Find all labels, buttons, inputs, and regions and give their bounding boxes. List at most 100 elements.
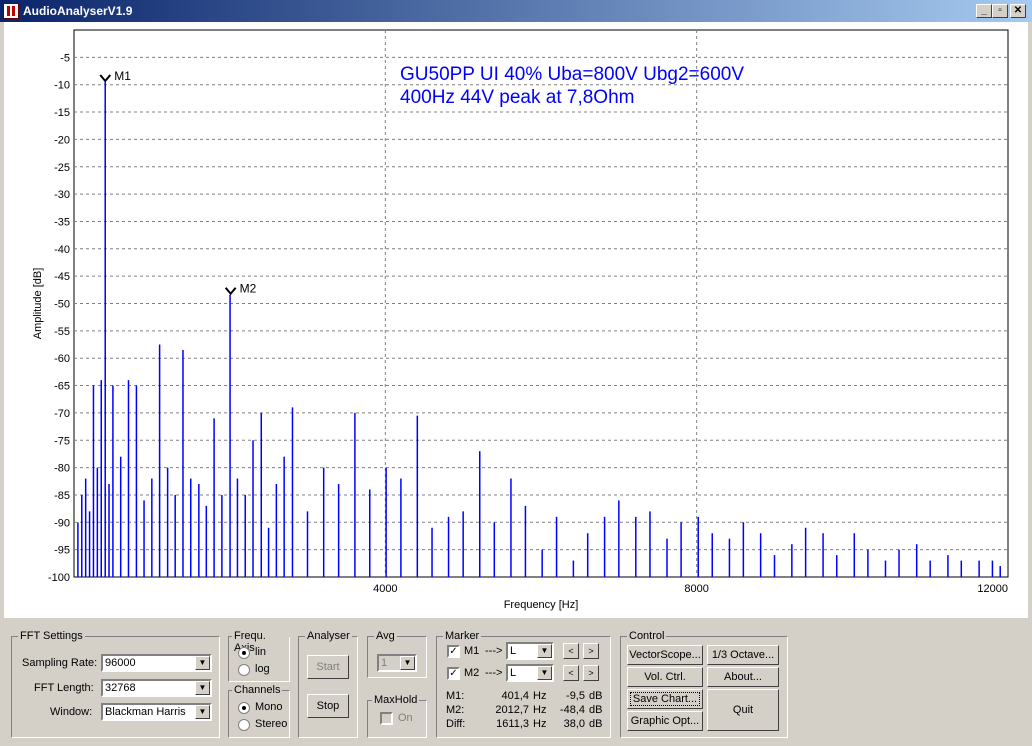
marker-row-dbunit: dB [589,704,603,716]
mono-label: Mono [255,701,283,713]
y-axis-label: Amplitude [dB] [32,268,44,340]
freq-lin-radio[interactable] [238,647,250,659]
y-tick-label: -75 [54,435,70,447]
y-tick-label: -15 [54,107,70,119]
maxhold-title: MaxHold [372,694,420,706]
chevron-down-icon[interactable]: ▼ [195,656,210,670]
m2-prev-button[interactable]: < [563,665,579,681]
m2-label: M2 [464,667,480,679]
m1-arrow: ---> [485,645,503,657]
marker-row-unit: Hz [533,718,547,730]
y-tick-label: -50 [54,299,70,311]
m1-next-button[interactable]: > [583,643,599,659]
marker-row-name: M2: [446,704,465,716]
m2-next-button[interactable]: > [583,665,599,681]
chevron-down-icon[interactable]: ▼ [537,644,552,658]
fft-settings-title: FFT Settings [18,630,85,642]
freq-lin-label: lin [255,646,267,658]
fft-settings-group: FFT Settings Sampling Rate: 96000 ▼ FFT … [11,630,220,738]
title-bar: AudioAnalyserV1.9 _ ▫ ✕ [0,0,1032,22]
y-tick-label: -20 [54,134,70,146]
m1-prev-button[interactable]: < [563,643,579,659]
m2-channel-select[interactable]: L ▼ [506,664,554,682]
maximize-button[interactable]: ▫ [992,4,1008,18]
save-chart-button[interactable]: Save Chart... [627,689,703,709]
channels-group: Channels Mono Stereo [228,684,290,738]
m2-arrow: ---> [485,667,503,679]
analyser-title: Analyser [305,630,352,642]
graphic-opt-button[interactable]: Graphic Opt... [627,711,703,731]
freq-log-radio[interactable] [238,664,250,676]
window-label: Window: [50,706,93,718]
y-tick-label: -35 [54,216,70,228]
chevron-down-icon[interactable]: ▼ [537,666,552,680]
control-title: Control [627,630,667,642]
window-value: Blackman Harris [105,706,186,718]
control-group: Control VectorScope... 1/3 Octave... Vol… [620,630,788,738]
marker-row-db: -48,4 [559,704,585,716]
y-tick-label: -65 [54,381,70,393]
freq-log-label: log [255,663,270,675]
chevron-down-icon[interactable]: ▼ [400,656,415,670]
spectrum-chart[interactable]: -5 -10 -15 -20 -25 -30 -35 -40 -45 -50 -55 -60 -65 -7… [4,22,1028,618]
marker-row-db: 38,0 [563,718,585,730]
octave-button[interactable]: 1/3 Octave... [707,645,779,665]
marker-title: Marker [443,630,482,642]
mono-radio[interactable] [238,702,250,714]
y-tick-label: -70 [54,408,70,420]
quit-button[interactable]: Quit [707,689,779,731]
fft-length-value: 32768 [105,682,136,694]
marker-row-name: M1: [446,690,465,702]
marker-row-dbunit: dB [589,690,603,702]
freq-axis-group: Frequ. Axis lin log [228,630,290,682]
m1-checkbox[interactable]: ✓ [447,645,460,658]
marker-row-freq: 1611,3 [496,718,529,730]
fft-length-select[interactable]: 32768 ▼ [101,679,212,697]
avg-group: Avg 1 ▼ [367,630,427,678]
vol-ctrl-button[interactable]: Vol. Ctrl. [627,667,703,687]
y-tick-label: -85 [54,490,70,502]
window-select[interactable]: Blackman Harris ▼ [101,703,212,721]
marker-row-freq: 401,4 [501,690,529,702]
m2-checkbox[interactable]: ✓ [447,667,460,680]
chevron-down-icon[interactable]: ▼ [195,705,210,719]
x-tick-label: 8000 [684,583,708,595]
start-button[interactable]: Start [307,655,349,679]
sampling-rate-label: Sampling Rate: [22,657,98,669]
avg-title: Avg [374,630,397,642]
marker-row-freq: 2012,7 [495,704,529,716]
vectorscope-button[interactable]: VectorScope... [627,645,703,665]
sampling-rate-select[interactable]: 96000 ▼ [101,654,212,672]
marker-group: Marker ✓ M1 ---> L ▼ < > ✓ M2 ---> L ▼ <… [436,630,611,738]
about-button[interactable]: About... [707,667,779,687]
m1-label: M1 [464,645,480,657]
y-tick-label: -55 [54,326,70,338]
marker-row-unit: Hz [533,690,547,702]
m2-channel-value: L [510,667,517,679]
analyser-group: Analyser Start Stop [298,630,358,738]
y-tick-label: -100 [48,572,70,584]
m1-channel-select[interactable]: L ▼ [506,642,554,660]
y-tick-label: -30 [54,189,70,201]
y-tick-label: -10 [54,80,70,92]
avg-select[interactable]: 1 ▼ [377,654,417,672]
channels-title: Channels [232,684,283,696]
maxhold-group: MaxHold On [367,694,427,738]
y-tick-label: -45 [54,271,70,283]
stop-button[interactable]: Stop [307,694,349,718]
chart-title-line: GU50PP UI 40% Uba=800V Ubg2=600V [400,64,744,85]
stereo-radio[interactable] [238,719,250,731]
avg-value: 1 [381,657,388,669]
marker-row-db: -9,5 [566,690,585,702]
chevron-down-icon[interactable]: ▼ [195,681,210,695]
maxhold-on-label: On [398,712,413,724]
minimize-button[interactable]: _ [976,4,992,18]
y-tick-label: -80 [54,463,70,475]
marker-row-dbunit: dB [589,718,603,730]
close-button[interactable]: ✕ [1010,4,1026,18]
app-icon[interactable] [3,3,19,19]
chart-title-line: 400Hz 44V peak at 7,8Ohm [400,87,634,108]
spectrum-chart-svg[interactable]: -5 -10 -15 -20 -25 -30 -35 -40 -45 -50 -55 -60 -65 -7… [4,22,1028,618]
maxhold-checkbox[interactable] [380,712,393,725]
window-title: AudioAnalyserV1.9 [23,4,133,18]
